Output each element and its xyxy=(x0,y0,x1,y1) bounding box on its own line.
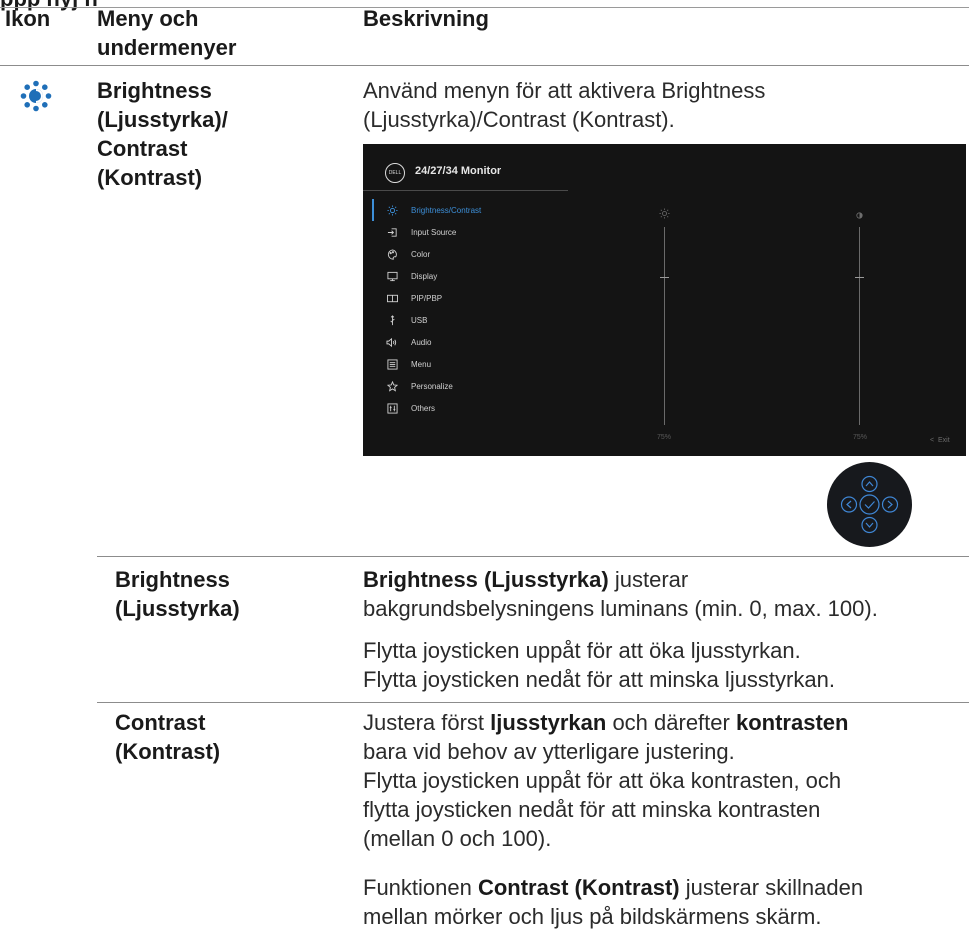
osd-item-input-source[interactable]: Input Source xyxy=(385,221,545,243)
contrast-slider-icon xyxy=(855,207,864,225)
dell-logo: DELL xyxy=(385,163,405,183)
joystick-center xyxy=(859,494,880,515)
contrast-desc-line1: Justera först ljusstyrkan och därefter k… xyxy=(363,708,848,737)
exit-button[interactable]: < Exit xyxy=(930,437,950,444)
others-icon xyxy=(385,401,399,415)
contrast-function-part-a: Funktionen xyxy=(363,875,478,900)
osd-item-menu[interactable]: Menu xyxy=(385,353,545,375)
osd-item-pip-pbp[interactable]: PIP/PBP xyxy=(385,287,545,309)
osd-item-label: Audio xyxy=(411,337,432,347)
header-menu-line1: Meny och xyxy=(97,6,199,31)
menu-title-line2: (Ljusstyrka)/ xyxy=(97,107,228,132)
speaker-icon xyxy=(385,335,399,349)
brightness-slider-track[interactable] xyxy=(664,227,665,425)
contrast-desc-part-c: och därefter xyxy=(606,710,736,735)
row-divider-1 xyxy=(97,556,969,557)
brightness-title-line1: Brightness xyxy=(115,567,230,592)
osd-title: 24/27/34 Monitor xyxy=(415,165,502,177)
header-divider xyxy=(0,65,969,66)
osd-item-brightness-contrast[interactable]: Brightness/Contrast xyxy=(385,199,545,221)
contrast-title-line1: Contrast xyxy=(115,710,206,735)
osd-item-audio[interactable]: Audio xyxy=(385,331,545,353)
osd-item-color[interactable]: Color xyxy=(385,243,545,265)
contrast-title-line2: (Kontrast) xyxy=(115,739,221,764)
contrast-slider-track[interactable] xyxy=(859,227,860,425)
menu-title-line4: (Kontrast) xyxy=(97,165,203,190)
header-menu-line2: undermenyer xyxy=(97,35,237,60)
brightness-desc-rest: justerar xyxy=(608,567,689,592)
contrast-desc-bold-ljusstyrkan: ljusstyrkan xyxy=(490,710,607,735)
brightness-desc-line4: Flytta joysticken nedåt för att minska l… xyxy=(363,667,835,692)
osd-item-label: USB xyxy=(411,315,428,325)
osd-item-label: Display xyxy=(411,271,438,281)
brightness-slider-icon xyxy=(659,206,670,224)
contrast-desc-line3: Flytta joysticken uppåt för att öka kont… xyxy=(363,768,842,793)
menu-title-line3: Contrast xyxy=(97,136,188,161)
contrast-desc-part-a: Justera först xyxy=(363,710,491,735)
brightness-desc-line1: Brightness (Ljusstyrka) justerar xyxy=(363,565,688,594)
menu-title-line1: Brightness xyxy=(97,78,212,103)
contrast-slider-handle[interactable] xyxy=(855,276,864,278)
exit-label: Exit xyxy=(937,437,950,444)
sun-icon xyxy=(385,203,399,217)
brightness-value: 75% xyxy=(657,434,672,441)
osd-item-display[interactable]: Display xyxy=(385,265,545,287)
osd-item-others[interactable]: Others xyxy=(385,397,545,419)
joystick-up xyxy=(861,475,878,493)
star-icon xyxy=(385,379,399,393)
main-description-line2: (Ljusstyrka)/Contrast (Kontrast). xyxy=(363,107,675,132)
brightness-desc-line3: Flytta joysticken uppåt för att öka ljus… xyxy=(363,638,801,663)
menu-icon xyxy=(385,357,399,371)
brightness-desc-line2: bakgrundsbelysningens luminans (min. 0, … xyxy=(363,596,878,621)
osd-item-label: Brightness/Contrast xyxy=(411,205,482,215)
brightness-slider-handle[interactable] xyxy=(660,276,669,278)
osd-item-label: PIP/PBP xyxy=(411,293,443,303)
contrast-desc-line2: bara vid behov av ytterligare justering. xyxy=(363,739,735,764)
contrast-function-bold: Contrast (Kontrast) xyxy=(477,875,680,900)
monitor-icon xyxy=(385,269,399,283)
header-description: Beskrivning xyxy=(363,6,489,31)
brightness-contrast-icon xyxy=(20,80,52,112)
osd-item-label: Menu xyxy=(411,359,432,369)
row-divider-2 xyxy=(97,702,969,703)
brightness-desc-bold: Brightness (Ljusstyrka) xyxy=(363,567,609,592)
osd-active-indicator xyxy=(372,199,374,221)
contrast-function-part-c: justerar skillnaden xyxy=(679,875,864,900)
osd-title-divider xyxy=(363,190,568,191)
osd-item-label: Color xyxy=(411,249,431,259)
osd-item-usb[interactable]: USB xyxy=(385,309,545,331)
contrast-desc-line4: flytta joysticken nedåt för att minska k… xyxy=(363,797,821,822)
joystick xyxy=(827,462,912,547)
osd-item-label: Input Source xyxy=(411,227,457,237)
contrast-value: 75% xyxy=(853,434,868,441)
osd-item-personalize[interactable]: Personalize xyxy=(385,375,545,397)
main-description-line1: Använd menyn för att aktivera Brightness xyxy=(363,78,766,103)
osd-item-label: Others xyxy=(411,403,436,413)
pip-icon xyxy=(385,291,399,305)
brightness-title-line2: (Ljusstyrka) xyxy=(115,596,240,621)
contrast-function-line1: Funktionen Contrast (Kontrast) justerar … xyxy=(363,873,863,902)
joystick-left xyxy=(840,496,858,513)
input-source-icon xyxy=(385,225,399,239)
chevron-left-icon: < xyxy=(930,437,935,444)
osd-screenshot: DELL 24/27/34 Monitor Brightness/Contras… xyxy=(363,144,966,456)
header-icon: Ikon xyxy=(5,6,51,31)
contrast-desc-bold-kontrasten: kontrasten xyxy=(735,710,849,735)
contrast-desc-line5: (mellan 0 och 100). xyxy=(363,826,552,851)
usb-icon xyxy=(385,313,399,327)
osd-item-label: Personalize xyxy=(411,381,453,391)
joystick-right xyxy=(881,496,899,513)
joystick-down xyxy=(861,516,878,534)
contrast-function-line2: mellan mörker och ljus på bildskärmens s… xyxy=(363,904,822,929)
palette-icon xyxy=(385,247,399,261)
